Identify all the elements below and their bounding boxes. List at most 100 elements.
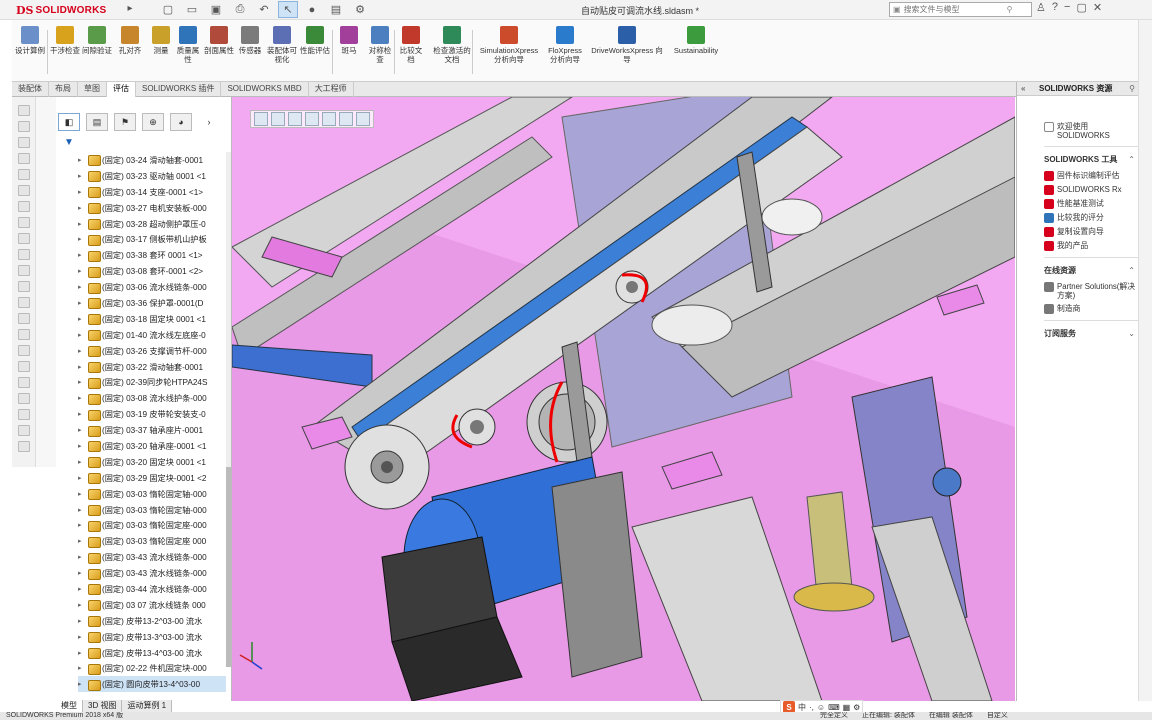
left-tool-icon[interactable] bbox=[18, 441, 30, 452]
left-tool-icon[interactable] bbox=[18, 201, 30, 212]
left-tool-icon[interactable] bbox=[18, 281, 30, 292]
tree-row[interactable]: ▸ (固定) 皮带13-3^03-00 流水 bbox=[78, 629, 226, 645]
solidworks-logo[interactable]: DS SOLIDWORKS bbox=[16, 2, 106, 18]
view-orientation-icon[interactable] bbox=[322, 112, 336, 126]
restore-icon[interactable]: ▢ bbox=[1076, 1, 1086, 14]
zoom-area-icon[interactable] bbox=[271, 112, 285, 126]
undo-icon[interactable]: ↶ bbox=[254, 1, 274, 18]
online-link[interactable]: Partner Solutions(解决方案) bbox=[1044, 282, 1139, 300]
minimize-icon[interactable]: − bbox=[1064, 1, 1070, 14]
expand-arrow-icon[interactable]: ▸ bbox=[78, 617, 88, 625]
tree-row[interactable]: ▸ (固定) 02-39同步轮HTPA24S bbox=[78, 374, 226, 390]
check-document-button[interactable]: 检查激活的文档 bbox=[430, 26, 474, 78]
dimxpert-icon[interactable]: ⊕ bbox=[142, 113, 164, 131]
expand-arrow-icon[interactable]: ▸ bbox=[78, 521, 88, 529]
left-tool-icon[interactable] bbox=[18, 233, 30, 244]
collapse-icon[interactable]: « bbox=[1021, 82, 1025, 96]
tree-row[interactable]: ▸ (固定) 皮带13-2^03-00 流水 bbox=[78, 613, 226, 629]
section-properties-button[interactable]: 剖面属性 bbox=[204, 26, 234, 78]
search-box[interactable]: ▣ ⚲ bbox=[889, 2, 1032, 17]
tab-2[interactable]: 草图 bbox=[78, 82, 107, 97]
tool-link[interactable]: 性能基准测试 bbox=[1044, 199, 1139, 209]
tree-row[interactable]: ▸ (固定) 03-26 支撑调节杆-000 bbox=[78, 343, 226, 359]
tree-row[interactable]: ▸ (固定) 03-29 固定块-0001 <2 bbox=[78, 470, 226, 486]
right-scrollbar[interactable] bbox=[1138, 20, 1152, 701]
tree-row[interactable]: ▸ (固定) 03-08 流水线护条-000 bbox=[78, 390, 226, 406]
search-scope-icon[interactable]: ▣ bbox=[893, 5, 901, 14]
expand-arrow-icon[interactable]: ▸ bbox=[78, 649, 88, 657]
search-icon[interactable]: ⚲ bbox=[1007, 5, 1013, 14]
pin-icon[interactable]: ⚲ bbox=[1129, 82, 1135, 96]
ime-button[interactable]: ⚙ bbox=[853, 703, 860, 712]
clearance-button[interactable]: 间隙验证 bbox=[82, 26, 112, 78]
left-tool-icon[interactable] bbox=[18, 329, 30, 340]
left-tool-icon[interactable] bbox=[18, 169, 30, 180]
save-icon[interactable]: ▣ bbox=[206, 1, 226, 18]
tool-link[interactable]: 复制设置向导 bbox=[1044, 227, 1139, 237]
tool-link[interactable]: 比较我的评分 bbox=[1044, 213, 1139, 223]
model-tab-0[interactable]: 模型 bbox=[56, 700, 83, 712]
expand-arrow-icon[interactable]: ▸ bbox=[78, 680, 88, 688]
expand-arrow-icon[interactable]: ▸ bbox=[78, 204, 88, 212]
previous-view-icon[interactable] bbox=[288, 112, 302, 126]
tree-row[interactable]: ▸ (固定) 03-28 超动侧护罩压-0 bbox=[78, 216, 226, 232]
tree-row[interactable]: ▸ (固定) 03-27 电机安装板-000 bbox=[78, 200, 226, 216]
tree-row[interactable]: ▸ (固定) 03 07 流水线链条 000 bbox=[78, 597, 226, 613]
expand-arrow-icon[interactable]: ▸ bbox=[78, 188, 88, 196]
tree-row[interactable]: ▸ (固定) 03-03 惰轮固定轴-000 bbox=[78, 486, 226, 502]
rebuild-icon[interactable]: ● bbox=[302, 1, 322, 18]
left-tool-icon[interactable] bbox=[18, 313, 30, 324]
options-icon[interactable]: ⚙ bbox=[350, 1, 370, 18]
expand-arrow-icon[interactable]: ▸ bbox=[78, 458, 88, 466]
panel-expand-icon[interactable]: › bbox=[198, 113, 220, 131]
filter-icon[interactable]: ▼ bbox=[64, 137, 74, 148]
model-tab-1[interactable]: 3D 视图 bbox=[83, 700, 123, 712]
tree-row[interactable]: ▸ (固定) 03-23 驱动轴 0001 <1 bbox=[78, 168, 226, 184]
online-section-header[interactable]: 在线资源 ⌃ bbox=[1044, 264, 1139, 278]
collapse-chevron-icon[interactable]: ⌃ bbox=[1128, 153, 1135, 167]
measure-button[interactable]: 测量 bbox=[148, 26, 174, 78]
expand-arrow-icon[interactable]: ▸ bbox=[78, 553, 88, 561]
expand-arrow-icon[interactable]: ▸ bbox=[78, 267, 88, 275]
sensor-button[interactable]: 传感器 bbox=[236, 26, 264, 78]
user-icon[interactable]: ♙ bbox=[1036, 1, 1046, 14]
left-tool-icon[interactable] bbox=[18, 345, 30, 356]
tree-row[interactable]: ▸ (固定) 03-03 惰轮固定轴-000 bbox=[78, 502, 226, 518]
search-input[interactable] bbox=[903, 5, 1004, 14]
tree-row[interactable]: ▸ (固定) 皮带13-4^03-00 流水 bbox=[78, 645, 226, 661]
zoom-fit-icon[interactable] bbox=[254, 112, 268, 126]
interference-button[interactable]: 干涉检查 bbox=[50, 26, 80, 78]
expand-arrow-icon[interactable]: ▸ bbox=[78, 664, 88, 672]
expand-arrow-icon[interactable]: ▸ bbox=[78, 585, 88, 593]
open-file-icon[interactable]: ▭ bbox=[182, 1, 202, 18]
menu-expand-icon[interactable]: ▸ bbox=[124, 3, 136, 17]
section-view-icon[interactable] bbox=[305, 112, 319, 126]
design-study-button[interactable]: 设计算例 bbox=[15, 26, 45, 78]
tree-row[interactable]: ▸ (固定) 03-43 流水线链条-000 bbox=[78, 565, 226, 581]
left-tool-icon[interactable] bbox=[18, 265, 30, 276]
graphics-viewport[interactable] bbox=[232, 97, 1015, 701]
mass-properties-button[interactable]: 质量属性 bbox=[174, 26, 202, 78]
performance-button[interactable]: 性能评估 bbox=[300, 26, 330, 78]
expand-arrow-icon[interactable]: ▸ bbox=[78, 506, 88, 514]
tab-5[interactable]: SOLIDWORKS MBD bbox=[221, 82, 309, 97]
ime-button[interactable]: ▦ bbox=[843, 703, 851, 712]
left-tool-icon[interactable] bbox=[18, 361, 30, 372]
tab-4[interactable]: SOLIDWORKS 插件 bbox=[136, 82, 222, 97]
left-tool-icon[interactable] bbox=[18, 153, 30, 164]
expand-arrow-icon[interactable]: ▸ bbox=[78, 235, 88, 243]
configuration-manager-icon[interactable]: ⚑ bbox=[114, 113, 136, 131]
tool-link[interactable]: SOLIDWORKS Rx bbox=[1044, 185, 1139, 195]
tree-row[interactable]: ▸ (固定) 03-06 流水线链条-000 bbox=[78, 279, 226, 295]
ime-button[interactable]: 中 bbox=[798, 702, 806, 713]
compare-button[interactable]: 比较文档 bbox=[398, 26, 424, 78]
zebra-button[interactable]: 斑马 bbox=[338, 26, 360, 78]
assembly-visualization-button[interactable]: 装配体可视化 bbox=[266, 26, 298, 78]
tree-row[interactable]: ▸ (固定) 03-20 固定块 0001 <1 bbox=[78, 454, 226, 470]
new-file-icon[interactable]: ▢ bbox=[158, 1, 178, 18]
file-properties-icon[interactable]: ▤ bbox=[326, 1, 346, 18]
left-tool-icon[interactable] bbox=[18, 185, 30, 196]
subscription-section-header[interactable]: 订阅服务 ⌄ bbox=[1044, 327, 1139, 341]
feature-tree-scroll-thumb[interactable] bbox=[226, 467, 231, 667]
tree-row[interactable]: ▸ (固定) 03-44 流水线链条-000 bbox=[78, 581, 226, 597]
